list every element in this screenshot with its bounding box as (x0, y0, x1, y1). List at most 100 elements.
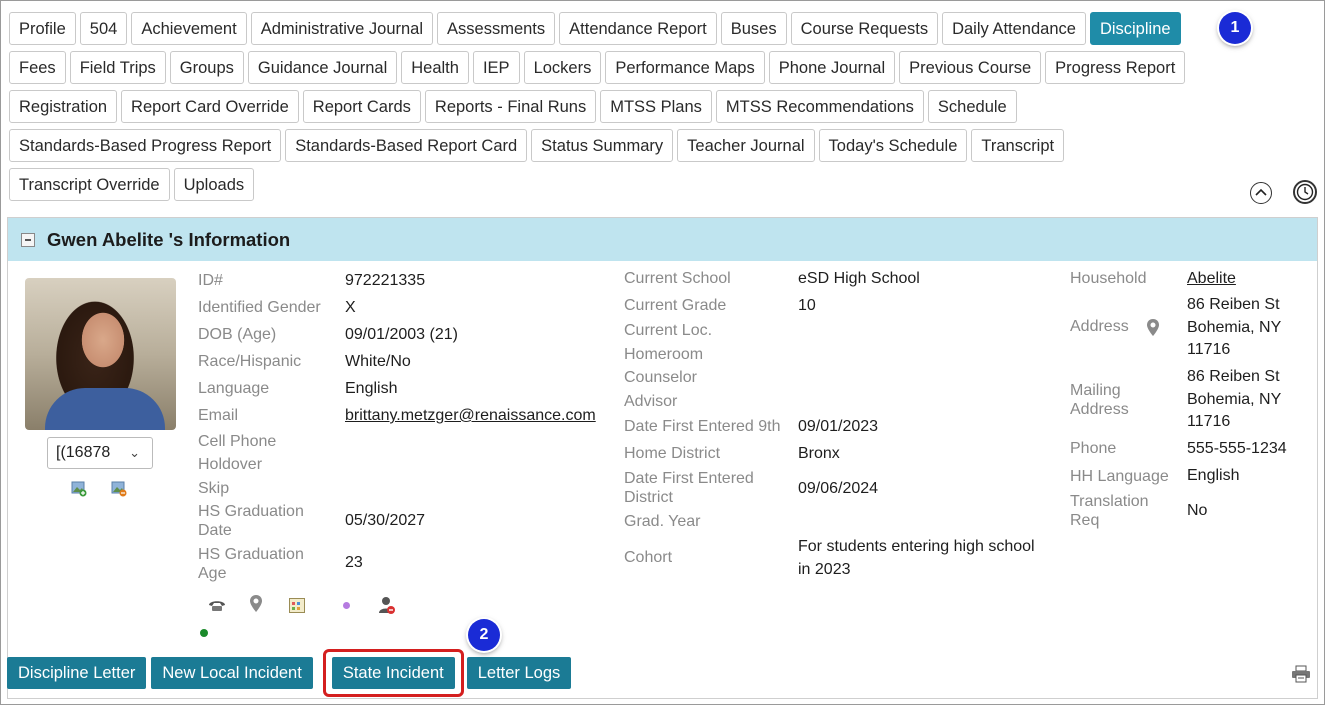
student-id-select[interactable]: [(16878 ⌄ (47, 437, 153, 469)
race-value: White/No (345, 353, 411, 370)
student-photo (25, 278, 176, 430)
tab-mtss-recommendations[interactable]: MTSS Recommendations (715, 90, 924, 123)
tab-phone-journal[interactable]: Phone Journal (768, 51, 896, 84)
id-label: ID# (198, 272, 223, 289)
homeroom-label: Homeroom (624, 346, 704, 363)
hs-grad-age-label-2: Age (198, 565, 227, 582)
remove-photo-icon[interactable] (111, 481, 127, 497)
tab-registration[interactable]: Registration (9, 90, 118, 123)
chevron-down-icon: ⌄ (129, 445, 140, 460)
skip-label: Skip (198, 480, 230, 497)
tab-buses[interactable]: Buses (720, 12, 787, 45)
add-photo-icon[interactable] (71, 481, 87, 497)
tab-report-card-override[interactable]: Report Card Override (121, 90, 299, 123)
first-entered-district-label-2: District (624, 489, 673, 506)
student-id-select-value: [(16878 (56, 444, 111, 461)
tab-504[interactable]: 504 (79, 12, 128, 45)
translation-req-label-2: Req (1070, 512, 1100, 529)
hh-language-label: HH Language (1070, 468, 1169, 485)
panel-header: Gwen Abelite 's Information (8, 218, 1317, 261)
tab-mtss-plans[interactable]: MTSS Plans (600, 90, 712, 123)
clock-icon (1296, 183, 1314, 201)
tab-report-cards[interactable]: Report Cards (302, 90, 421, 123)
hh-language-value: English (1187, 467, 1240, 484)
mailing-address-label-1: Mailing (1070, 382, 1121, 399)
phone-value: 555-555-1234 (1187, 440, 1287, 457)
location-pin-icon[interactable] (249, 594, 263, 614)
cohort-value-line-2: in 2023 (798, 561, 851, 578)
tab-lockers[interactable]: Lockers (523, 51, 602, 84)
gender-value: X (345, 299, 356, 316)
discipline-letter-button[interactable]: Discipline Letter (7, 657, 147, 689)
green-status-dot (200, 629, 208, 637)
tab-profile[interactable]: Profile (9, 12, 76, 45)
home-district-label: Home District (624, 445, 721, 462)
tab-uploads[interactable]: Uploads (173, 168, 255, 201)
tab-assessments[interactable]: Assessments (437, 12, 556, 45)
tab-achievement[interactable]: Achievement (131, 12, 247, 45)
tab-transcript-override[interactable]: Transcript Override (9, 168, 170, 201)
tab-discipline[interactable]: Discipline (1089, 12, 1181, 45)
tab-administrative-journal[interactable]: Administrative Journal (250, 12, 434, 45)
history-button[interactable] (1293, 180, 1317, 204)
phone-icon[interactable] (206, 595, 228, 613)
new-local-incident-button[interactable]: New Local Incident (151, 657, 313, 689)
tab-fees[interactable]: Fees (9, 51, 66, 84)
tab-transcript[interactable]: Transcript (971, 129, 1065, 162)
first-entered-9th-value: 09/01/2023 (798, 418, 879, 435)
tab-attendance-report[interactable]: Attendance Report (559, 12, 717, 45)
tab-progress-report[interactable]: Progress Report (1045, 51, 1186, 84)
hs-grad-date-value: 05/30/2027 (345, 512, 426, 529)
household-link[interactable]: Abelite (1187, 267, 1236, 290)
tab-groups[interactable]: Groups (169, 51, 244, 84)
tab-row-4: Standards-Based Progress Report Standard… (9, 129, 1309, 164)
address-line-1: 86 Reiben St (1187, 296, 1280, 313)
tab-field-trips[interactable]: Field Trips (69, 51, 166, 84)
mailing-line-3: 11716 (1187, 413, 1231, 430)
race-label: Race/Hispanic (198, 353, 302, 370)
tab-previous-course[interactable]: Previous Course (899, 51, 1042, 84)
tab-performance-maps[interactable]: Performance Maps (605, 51, 765, 84)
mailing-address-label-2: Address (1070, 401, 1129, 418)
language-value: English (345, 380, 398, 397)
tab-row-3: Registration Report Card Override Report… (9, 90, 1309, 125)
callout-badge-2: 2 (468, 619, 500, 651)
tab-guidance-journal[interactable]: Guidance Journal (247, 51, 398, 84)
tab-status-summary[interactable]: Status Summary (531, 129, 674, 162)
tab-standards-based-progress-report[interactable]: Standards-Based Progress Report (9, 129, 282, 162)
tab-reports-final-runs[interactable]: Reports - Final Runs (424, 90, 597, 123)
tab-daily-attendance[interactable]: Daily Attendance (942, 12, 1086, 45)
tab-health[interactable]: Health (401, 51, 469, 84)
address-map-pin-icon[interactable] (1146, 318, 1160, 337)
collapse-icon[interactable] (21, 232, 35, 247)
cohort-label: Cohort (624, 549, 673, 566)
address-line-2: Bohemia, NY (1187, 319, 1282, 336)
address-label: Address (1070, 318, 1129, 335)
gender-label: Identified Gender (198, 299, 321, 316)
current-grade-label: Current Grade (624, 297, 727, 314)
tab-todays-schedule[interactable]: Today's Schedule (818, 129, 968, 162)
hs-grad-age-label-1: HS Graduation (198, 546, 304, 563)
mailing-line-2: Bohemia, NY (1187, 391, 1282, 408)
tab-teacher-journal[interactable]: Teacher Journal (677, 129, 815, 162)
tab-iep[interactable]: IEP (472, 51, 520, 84)
collapse-tabs-button[interactable] (1250, 182, 1272, 204)
tab-schedule[interactable]: Schedule (927, 90, 1017, 123)
tab-bar: Profile 504 Achievement Administrative J… (9, 12, 1309, 207)
dob-value: 09/01/2003 (21) (345, 326, 458, 343)
dob-label: DOB (Age) (198, 326, 277, 343)
purple-status-dot (343, 602, 350, 609)
print-icon[interactable] (1291, 665, 1311, 683)
hs-grad-age-value: 23 (345, 554, 363, 571)
address-line-3: 11716 (1187, 341, 1231, 358)
mailing-line-1: 86 Reiben St (1187, 368, 1280, 385)
current-grade-value: 10 (798, 297, 816, 314)
tab-standards-based-report-card[interactable]: Standards-Based Report Card (285, 129, 528, 162)
tab-row-5: Transcript Override Uploads (9, 168, 1309, 203)
tab-course-requests[interactable]: Course Requests (790, 12, 939, 45)
letter-logs-button[interactable]: Letter Logs (466, 657, 572, 689)
current-school-label: Current School (624, 270, 731, 287)
email-link[interactable]: brittany.metzger@renaissance.com (345, 404, 596, 427)
no-contact-icon[interactable] (378, 596, 396, 615)
calendar-icon[interactable] (289, 598, 305, 613)
